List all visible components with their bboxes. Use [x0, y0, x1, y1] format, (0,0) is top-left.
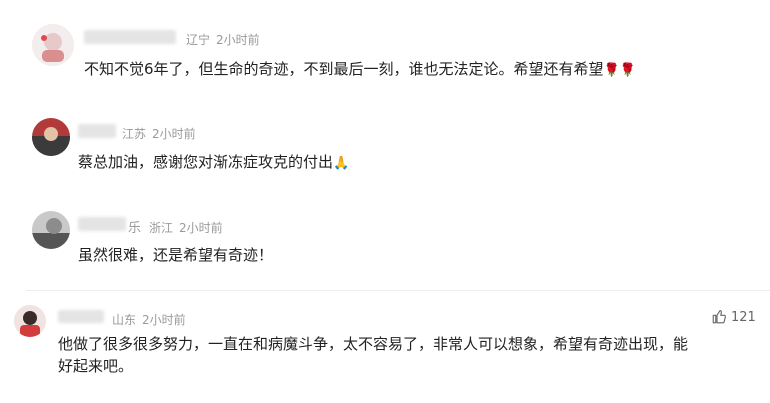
avatar[interactable]: [32, 118, 70, 156]
timestamp: 2小时前: [179, 221, 223, 235]
timestamp: 2小时前: [152, 127, 196, 141]
comment-text-body: 虽然很难，还是希望有奇迹！: [78, 246, 274, 264]
comment-item: 江苏 2小时前 蔡总加油，感谢您对渐冻症攻克的付出🙏: [0, 100, 770, 195]
comment-item: 辽宁 2小时前 不知不觉6年了，但生命的奇迹，不到最后一刻，谁也无法定论。希望还有…: [0, 0, 770, 100]
divider: [26, 290, 770, 291]
like-button[interactable]: 121: [712, 309, 756, 325]
rose-emoji: 🌹🌹: [603, 63, 636, 78]
like-count: 121: [731, 310, 756, 325]
comment-text: 虽然很难，还是希望有奇迹！: [78, 244, 758, 266]
comment-meta: 山东 2小时前: [112, 311, 192, 328]
comment-meta: 乐浙江 2小时前: [128, 217, 229, 236]
avatar[interactable]: [14, 305, 46, 337]
comment-meta: 辽宁 2小时前: [186, 31, 266, 48]
timestamp: 2小时前: [142, 313, 186, 327]
avatar-image: [32, 211, 70, 249]
location: 山东: [112, 313, 137, 327]
comment-text-line: 好起来吧。: [58, 357, 134, 375]
avatar-image: [14, 305, 46, 337]
timestamp: 2小时前: [216, 33, 260, 47]
username-redacted[interactable]: [78, 124, 116, 138]
comment-text: 不知不觉6年了，但生命的奇迹，不到最后一刻，谁也无法定论。希望还有希望🌹🌹: [84, 58, 764, 82]
comment-item: 山东 2小时前 121 他做了很多很多努力，一直在和病魔斗争，太不容易了，非常人可…: [0, 293, 770, 403]
comment-text: 他做了很多很多努力，一直在和病魔斗争，太不容易了，非常人可以想象，希望有奇迹出现…: [58, 333, 758, 377]
praying-hands-emoji: 🙏: [333, 156, 350, 171]
comment-text-line: 他做了很多很多努力，一直在和病魔斗争，太不容易了，非常人可以想象，希望有奇迹出现…: [58, 335, 689, 353]
username-visible-char[interactable]: 乐: [128, 221, 141, 236]
comment-text-body: 蔡总加油，感谢您对渐冻症攻克的付出: [78, 153, 334, 171]
avatar[interactable]: [32, 24, 74, 66]
avatar-image: [32, 118, 70, 156]
avatar-image: [32, 24, 74, 66]
comment-item: 乐浙江 2小时前 虽然很难，还是希望有奇迹！: [0, 195, 770, 290]
username-redacted[interactable]: [78, 217, 126, 231]
comment-text-body: 不知不觉6年了，但生命的奇迹，不到最后一刻，谁也无法定论。希望还有希望: [84, 60, 604, 78]
location: 江苏: [122, 127, 147, 141]
comment-meta: 江苏 2小时前: [122, 125, 202, 142]
location: 浙江: [149, 221, 174, 235]
comment-text: 蔡总加油，感谢您对渐冻症攻克的付出🙏: [78, 151, 758, 175]
username-redacted[interactable]: [58, 310, 104, 323]
location: 辽宁: [186, 33, 211, 47]
username-redacted[interactable]: [84, 30, 176, 44]
thumbs-up-icon: [712, 310, 726, 324]
avatar[interactable]: [32, 211, 70, 249]
